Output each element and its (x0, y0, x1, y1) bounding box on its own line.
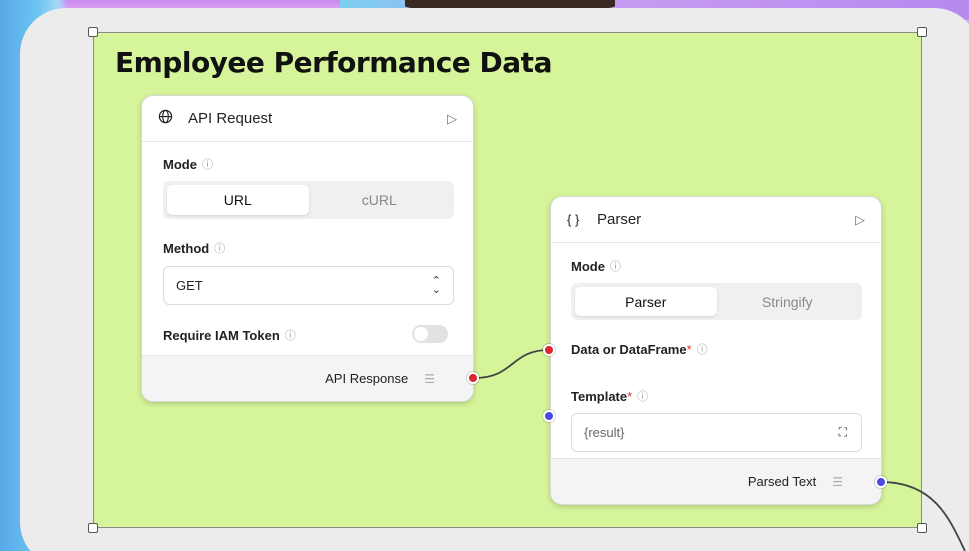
iam-label-text: Require IAM Token (163, 327, 280, 343)
data-input-label: Data or DataFrame * ⓘ (571, 341, 708, 357)
output-type-icon: ☰ (424, 371, 435, 386)
info-icon[interactable]: ⓘ (697, 341, 708, 357)
resize-handle-top-right[interactable] (917, 27, 927, 37)
parser-mode-label-text: Mode (571, 258, 605, 274)
parser-output-label: Parsed Text (747, 474, 817, 489)
required-mark: * (627, 388, 633, 404)
api-request-node[interactable]: API Request ▷ Mode ⓘ URL cURL Method ⓘ G… (141, 95, 474, 402)
data-label-text: Data or DataFrame (571, 341, 687, 357)
method-value: GET (176, 278, 203, 293)
parser-template-input-port[interactable] (543, 410, 555, 422)
parser-node[interactable]: { } Parser ▷ Mode ⓘ Parser Stringify Dat… (550, 196, 882, 505)
parser-output-port[interactable] (875, 476, 887, 488)
api-output-port[interactable] (467, 372, 479, 384)
parser-node-footer: Parsed Text ☰ (551, 458, 881, 504)
api-node-header[interactable]: API Request ▷ (142, 96, 473, 142)
info-icon[interactable]: ⓘ (637, 388, 648, 404)
parser-node-header[interactable]: { } Parser ▷ (551, 197, 881, 243)
parser-data-input-port[interactable] (543, 344, 555, 356)
template-value: {result} (584, 425, 625, 440)
info-icon[interactable]: ⓘ (610, 258, 621, 274)
template-label: Template * ⓘ (571, 388, 648, 404)
template-input[interactable]: {result} ⛶ (571, 413, 862, 452)
mode-label-text: Mode (163, 156, 197, 172)
resize-handle-bottom-left[interactable] (88, 523, 98, 533)
braces-icon: { } (567, 212, 580, 227)
info-icon[interactable]: ⓘ (214, 240, 225, 256)
mode-option-stringify[interactable]: Stringify (717, 287, 859, 316)
output-label: API Response (325, 371, 409, 386)
mode-segmented-control[interactable]: URL cURL (163, 181, 454, 219)
chevron-up-down-icon: ⌃ ⌄ (431, 274, 441, 296)
required-mark: * (686, 341, 692, 357)
parser-node-title: Parser (597, 211, 642, 228)
resize-handle-bottom-right[interactable] (917, 523, 927, 533)
info-icon[interactable]: ⓘ (285, 327, 296, 343)
parser-mode-label: Mode ⓘ (571, 258, 621, 274)
api-node-title: API Request (188, 110, 273, 127)
info-icon[interactable]: ⓘ (202, 156, 213, 172)
mode-option-parser[interactable]: Parser (575, 287, 717, 316)
run-icon[interactable]: ▷ (855, 212, 865, 228)
mode-option-url[interactable]: URL (167, 185, 309, 215)
method-label: Method ⓘ (163, 240, 225, 256)
template-label-text: Template (571, 388, 628, 404)
resize-handle-top-left[interactable] (88, 27, 98, 37)
method-select[interactable]: GET ⌃ ⌄ (163, 266, 454, 305)
globe-icon (158, 109, 178, 128)
mode-option-curl[interactable]: cURL (309, 185, 451, 215)
group-title[interactable]: Employee Performance Data (115, 46, 552, 79)
run-icon[interactable]: ▷ (447, 111, 457, 127)
method-label-text: Method (163, 240, 210, 256)
api-node-footer: API Response ☰ (142, 355, 473, 401)
output-type-icon: ☰ (832, 474, 843, 489)
iam-token-toggle[interactable] (412, 325, 448, 343)
expand-icon[interactable]: ⛶ (839, 425, 849, 440)
parser-mode-segmented-control[interactable]: Parser Stringify (571, 283, 862, 320)
iam-label: Require IAM Token ⓘ (163, 327, 296, 343)
mode-label: Mode ⓘ (163, 156, 213, 172)
